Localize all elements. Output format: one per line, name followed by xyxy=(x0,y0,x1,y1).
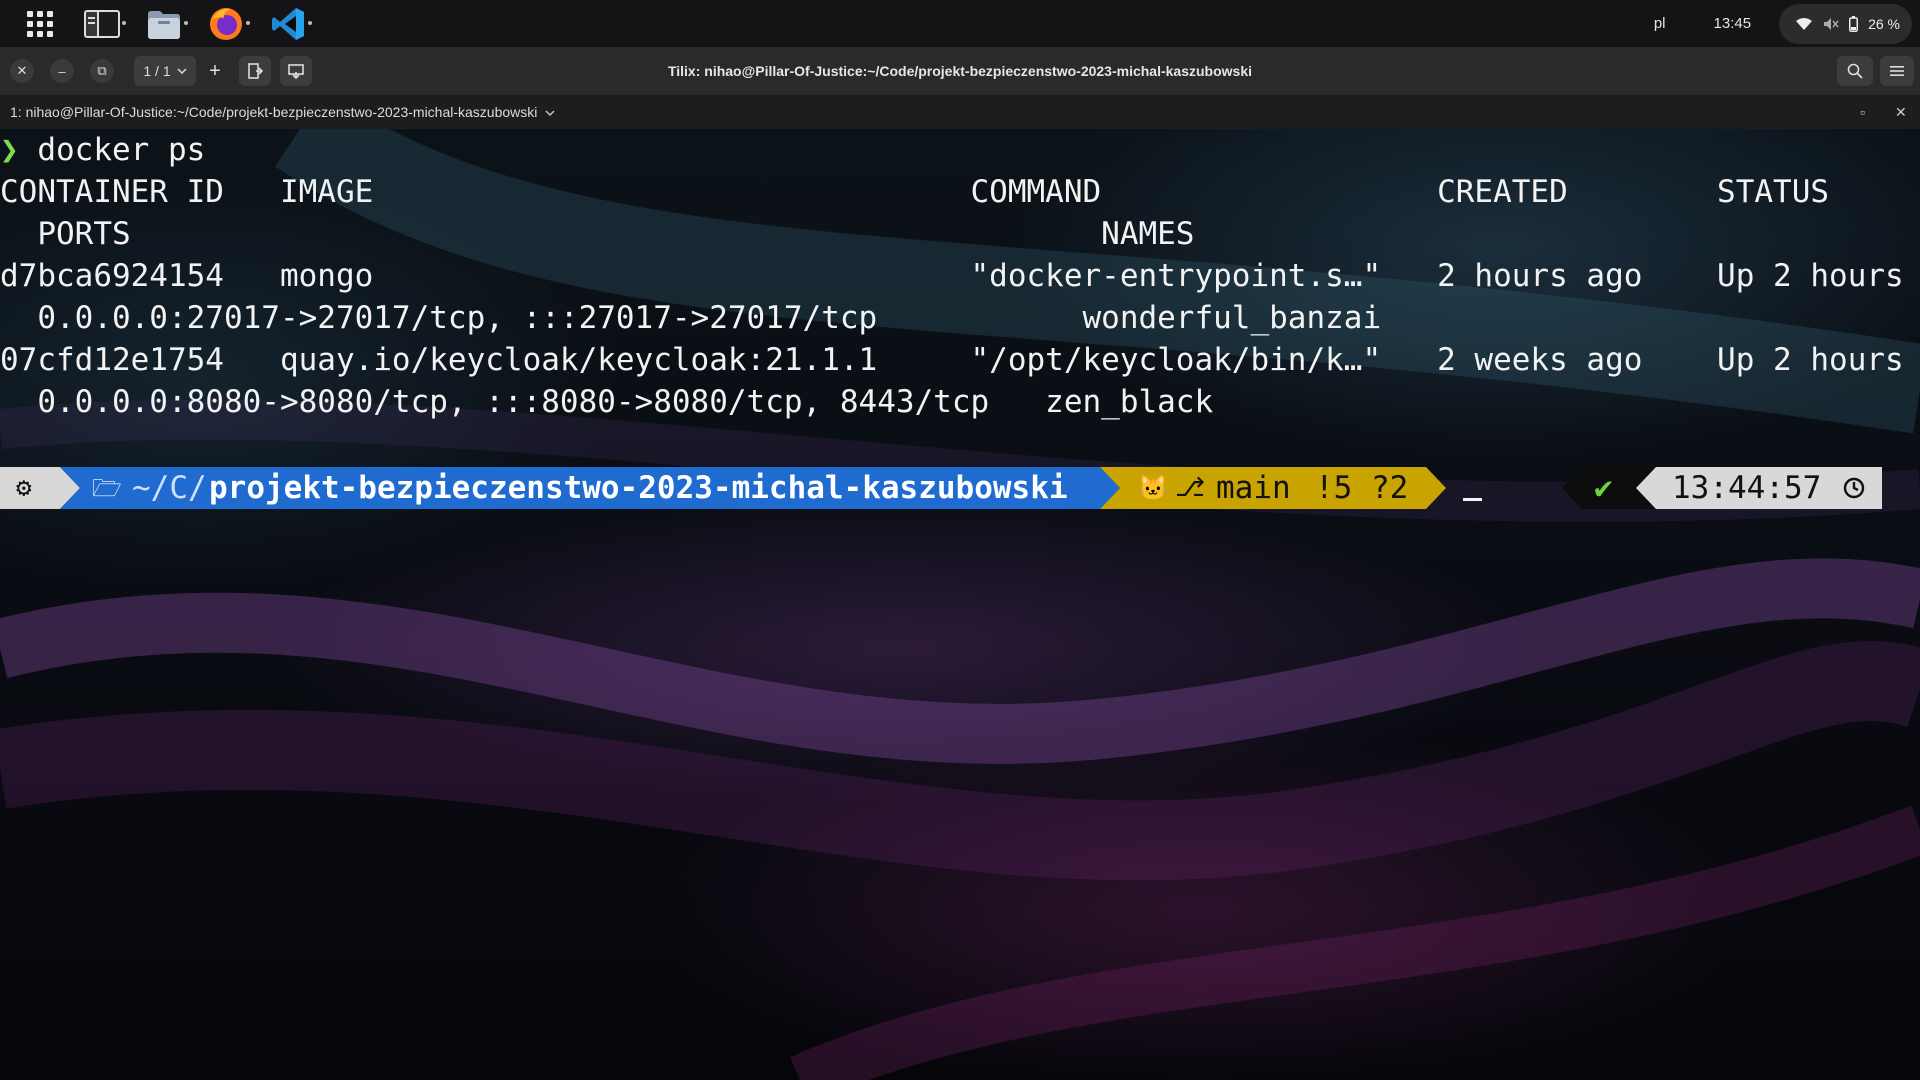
output-line: 0.0.0.0:8080->8080/tcp, :::8080->8080/tc… xyxy=(0,384,1214,420)
maximize-icon: ▫ xyxy=(1860,104,1865,120)
restore-window-button[interactable]: ⧉ xyxy=(90,59,114,83)
prompt-arrow: ❯ xyxy=(0,132,19,168)
add-session-button[interactable]: + xyxy=(199,56,231,86)
running-indicator xyxy=(184,21,188,25)
terminal-title: 1: nihao@Pillar-Of-Justice:~/Code/projek… xyxy=(10,104,538,120)
chevron-down-icon xyxy=(177,68,187,74)
exit-status-ok: ✔ xyxy=(1594,470,1613,506)
battery-percentage: 26 % xyxy=(1868,15,1900,32)
hamburger-menu-icon xyxy=(1890,66,1904,76)
firefox-icon xyxy=(210,7,242,40)
main-menu-button[interactable] xyxy=(1880,56,1914,86)
terminal-title-menu[interactable]: 1: nihao@Pillar-Of-Justice:~/Code/projek… xyxy=(10,96,555,129)
output-line: 07cfd12e1754 quay.io/keycloak/keycloak:2… xyxy=(0,342,1904,378)
volume-muted-icon xyxy=(1824,17,1839,30)
output-line: CONTAINER ID IMAGE COMMAND CREATED STATU… xyxy=(0,174,1830,210)
running-indicator xyxy=(246,21,250,25)
battery-icon xyxy=(1849,15,1859,32)
github-icon: 🐱 xyxy=(1138,474,1168,502)
tilix-dock-item[interactable] xyxy=(76,0,128,47)
system-status-menu[interactable]: 26 % xyxy=(1779,3,1912,44)
restore-icon: ⧉ xyxy=(97,63,107,78)
terminal-title-bar: 1: nihao@Pillar-Of-Justice:~/Code/projek… xyxy=(0,96,1920,129)
output-line: PORTS NAMES xyxy=(0,216,1195,252)
files-dock-item[interactable] xyxy=(138,0,190,47)
dock xyxy=(0,0,324,47)
terminal-output: ❯ docker ps CONTAINER ID IMAGE COMMAND C… xyxy=(0,129,1904,423)
top-bar: pl 13:45 26 % xyxy=(0,0,1920,47)
maximize-terminal-button[interactable]: ▫ xyxy=(1860,96,1865,129)
close-icon: ✕ xyxy=(1895,104,1907,120)
session-count: 1 / 1 xyxy=(143,63,171,79)
clock-icon xyxy=(1843,477,1865,499)
minimize-window-button[interactable]: – xyxy=(50,59,74,83)
path-prefix: ~/C/ xyxy=(132,470,207,506)
clock[interactable]: 13:45 xyxy=(1714,15,1752,32)
prompt-time: 13:44:57 xyxy=(1672,470,1822,506)
command-line: ❯ docker ps xyxy=(0,129,1904,171)
search-icon xyxy=(1847,63,1863,79)
git-branch: main xyxy=(1216,470,1291,506)
git-status: !5 ?2 xyxy=(1315,470,1409,506)
close-window-button[interactable]: ✕ xyxy=(10,59,34,83)
wifi-icon xyxy=(1796,17,1813,30)
chevron-down-icon xyxy=(545,110,555,116)
split-down-button[interactable] xyxy=(280,56,312,86)
find-button[interactable] xyxy=(1837,56,1873,86)
output-line: 0.0.0.0:27017->27017/tcp, :::27017->2701… xyxy=(0,300,1382,336)
ubuntu-logo-icon: ⚙ xyxy=(16,473,32,503)
output-line: d7bca6924154 mongo "docker-entrypoint.s…… xyxy=(0,258,1904,294)
split-right-icon xyxy=(248,63,263,79)
terminal-app-icon xyxy=(84,9,120,38)
session-selector[interactable]: 1 / 1 xyxy=(134,56,196,86)
path-main: projekt-bezpieczenstwo-2023-michal-kaszu… xyxy=(209,470,1068,506)
command-text: docker ps xyxy=(37,132,206,168)
running-indicator xyxy=(308,21,312,25)
folder-app-icon xyxy=(148,10,180,39)
close-terminal-button[interactable]: ✕ xyxy=(1895,96,1907,129)
tilix-header-bar: ✕ – ⧉ 1 / 1 + Tilix: nihao@Pillar-Of-Jus… xyxy=(0,47,1920,96)
vscode-dock-item[interactable] xyxy=(262,0,314,47)
close-icon: ✕ xyxy=(16,63,28,78)
split-right-button[interactable] xyxy=(239,56,271,86)
add-icon: + xyxy=(209,59,221,82)
top-right-status: pl 13:45 26 % xyxy=(1654,0,1920,47)
minimize-icon: – xyxy=(58,63,66,79)
terminal-cursor xyxy=(1463,498,1482,501)
vscode-icon xyxy=(272,7,304,40)
powerline-prompt: ⚙ 🗁 ~/C/ projekt-bezpieczenstwo-2023-mic… xyxy=(0,467,1920,509)
terminal-view[interactable]: ❯ docker ps CONTAINER ID IMAGE COMMAND C… xyxy=(0,129,1920,1080)
keyboard-layout-indicator[interactable]: pl xyxy=(1654,15,1666,32)
git-branch-icon: ⎇ xyxy=(1175,473,1205,503)
split-down-icon xyxy=(288,64,304,79)
folder-icon: 🗁 xyxy=(92,474,122,502)
firefox-dock-item[interactable] xyxy=(200,0,252,47)
show-apps-button[interactable] xyxy=(14,0,66,47)
running-indicator xyxy=(122,21,126,25)
apps-grid-icon xyxy=(27,10,53,37)
